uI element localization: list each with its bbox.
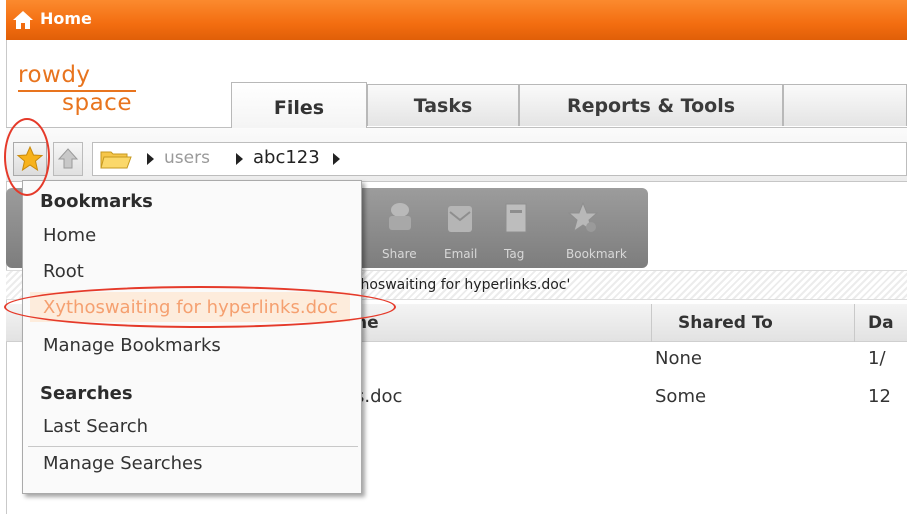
home-icon[interactable]: [12, 10, 34, 30]
breadcrumb-users[interactable]: users: [164, 148, 210, 168]
row-2-date: 12: [868, 386, 891, 407]
column-header-date[interactable]: Da: [868, 313, 894, 333]
menu-divider: [28, 446, 358, 447]
up-arrow-icon: [57, 148, 79, 169]
share-label: Share: [382, 247, 417, 261]
home-link[interactable]: Home: [40, 9, 92, 28]
menu-heading-bookmarks: Bookmarks: [40, 191, 153, 212]
row-1-date: 1/: [868, 348, 886, 369]
breadcrumb-arrow-icon: [147, 153, 154, 165]
breadcrumb-arrow-icon: [236, 153, 243, 165]
row-1-shared-to: None: [655, 348, 702, 369]
menu-item-manage-searches[interactable]: Manage Searches: [43, 453, 203, 474]
email-label: Email: [444, 247, 478, 261]
breadcrumb-current[interactable]: abc123: [253, 147, 320, 168]
row-2-shared-to: Some: [655, 386, 707, 407]
tag-icon[interactable]: [499, 200, 533, 236]
menu-heading-searches: Searches: [40, 383, 133, 404]
logo-rowdy: rowdy: [18, 62, 91, 88]
tab-strip-filler: [783, 84, 907, 126]
breadcrumb-arrow-icon[interactable]: [333, 153, 340, 165]
bookmark-label: Bookmark: [566, 247, 627, 261]
menu-item-last-search[interactable]: Last Search: [43, 416, 148, 437]
path-bar: [92, 142, 907, 176]
row-2-name[interactable]: s.doc: [355, 386, 402, 407]
column-header-shared-to[interactable]: Shared To: [678, 313, 773, 333]
annotation-circle-bookmark: [4, 286, 396, 328]
selection-path-text: thoswaiting for hyperlinks.doc': [355, 277, 571, 293]
menu-item-root[interactable]: Root: [43, 261, 84, 282]
tab-reports-tools[interactable]: Reports & Tools: [519, 84, 783, 126]
tag-label: Tag: [504, 247, 525, 261]
bookmark-star-icon[interactable]: [566, 200, 600, 236]
menu-item-home[interactable]: Home: [43, 225, 96, 246]
share-icon[interactable]: [383, 200, 417, 236]
top-bar: [6, 0, 907, 40]
annotation-circle-star: [4, 118, 50, 196]
column-divider: [651, 304, 652, 342]
email-icon[interactable]: [443, 200, 477, 236]
tab-files[interactable]: Files: [231, 82, 367, 128]
menu-item-manage-bookmarks[interactable]: Manage Bookmarks: [43, 335, 221, 356]
logo-space: space: [62, 90, 132, 116]
up-folder-button[interactable]: [53, 142, 83, 176]
tab-tasks[interactable]: Tasks: [367, 84, 519, 126]
column-divider: [854, 304, 855, 342]
folder-icon[interactable]: [100, 148, 132, 170]
